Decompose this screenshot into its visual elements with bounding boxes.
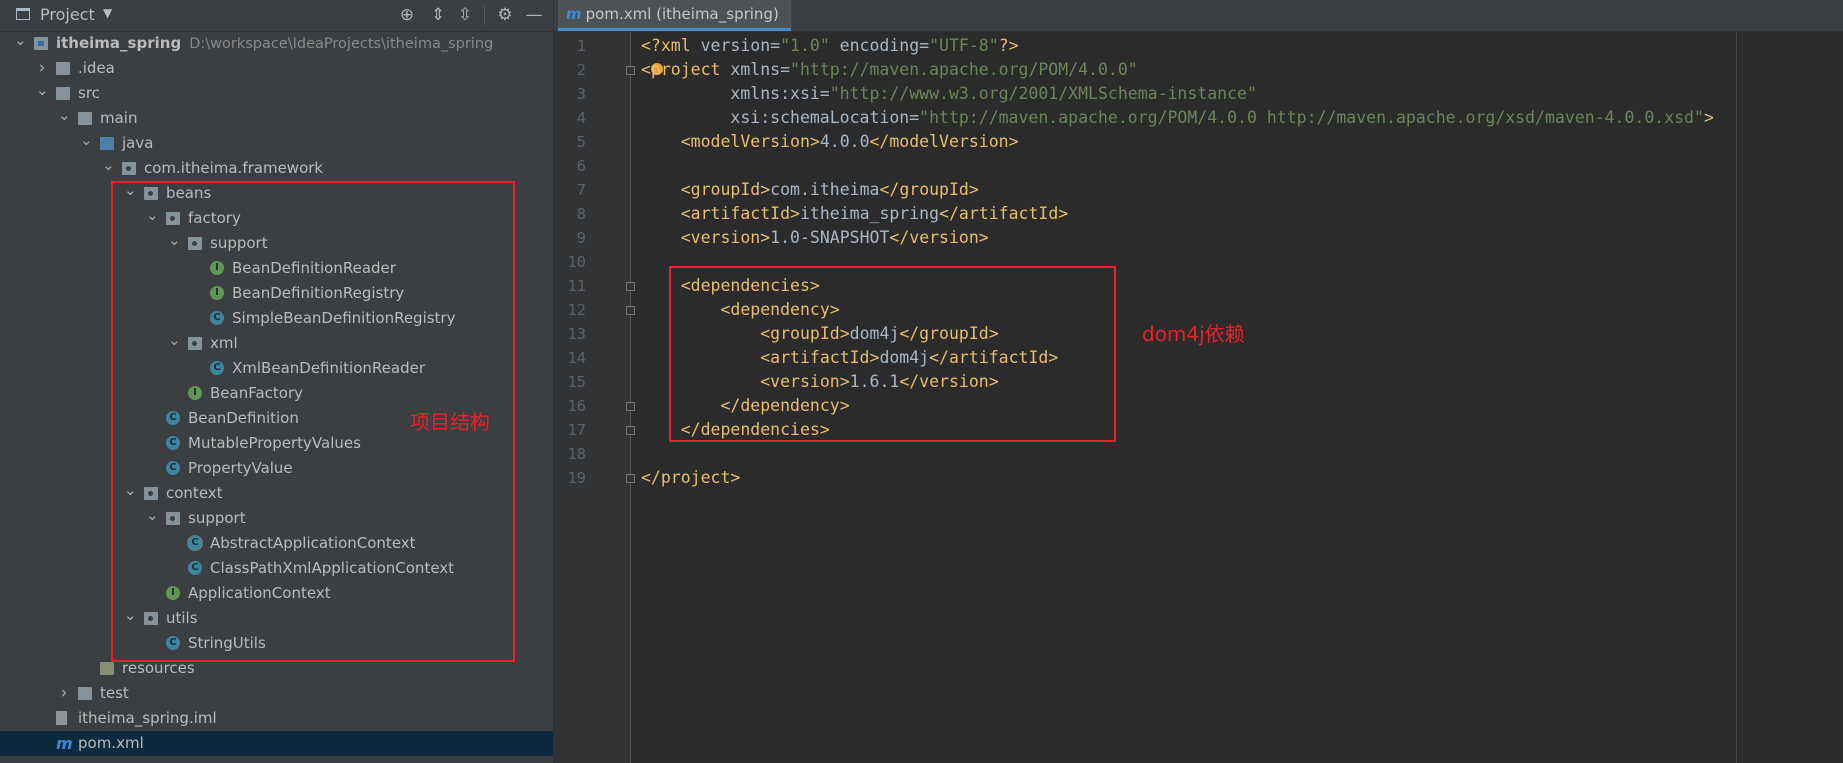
chevron-down-icon[interactable]: ⌄ xyxy=(14,28,27,53)
tree-item-label: itheima_spring D:\workspace\IdeaProjects\… xyxy=(56,34,494,52)
editor-gutter: 1 2 3 4 5 6 7 8 9 10 11 12 13 14 15 16 17 18 19 xyxy=(554,32,663,763)
project-view-selector[interactable]: Project xyxy=(40,5,95,24)
tree-item[interactable]: › test xyxy=(0,681,553,706)
expand-all-icon[interactable]: ⇕ xyxy=(426,3,450,27)
line-number: 7 xyxy=(576,181,586,199)
fold-marker-icon[interactable] xyxy=(626,426,635,435)
tree-item-label: .idea xyxy=(78,59,115,77)
header-divider xyxy=(484,5,485,25)
line-number: 17 xyxy=(567,421,586,439)
maven-file-icon: m xyxy=(566,5,582,23)
project-structure-annotation: 项目结构 xyxy=(410,410,490,434)
tree-item[interactable]: ⌄ itheima_spring D:\workspace\IdeaProjects… xyxy=(0,31,553,56)
tree-item[interactable]: › .idea xyxy=(0,56,553,81)
line-number: 19 xyxy=(567,469,586,487)
code-line: <?xml version="1.0" encoding="UTF-8"?> xyxy=(641,36,1019,55)
tree-item[interactable]: m pom.xml xyxy=(0,731,553,756)
code-line: <version>1.0-SNAPSHOT</version> xyxy=(680,228,989,247)
code-line: xmlns:xsi="http://www.w3.org/2001/XMLSch… xyxy=(641,84,1257,103)
line-number: 11 xyxy=(567,277,586,295)
chevron-down-icon[interactable]: ⌄ xyxy=(80,128,93,153)
hide-icon[interactable]: — xyxy=(522,3,546,27)
line-number: 8 xyxy=(576,205,586,223)
chevron-down-icon[interactable]: ▼ xyxy=(103,6,112,20)
dom4j-annotation: dom4j依赖 xyxy=(1142,322,1245,346)
gear-icon[interactable]: ⚙ xyxy=(493,3,517,27)
code-line: <project xmlns="http://maven.apache.org/… xyxy=(641,60,1138,79)
line-number: 16 xyxy=(567,397,586,415)
line-number: 1 xyxy=(576,37,586,55)
line-number: 6 xyxy=(576,157,586,175)
tab-pom-xml[interactable]: m pom.xml (itheima_spring) xyxy=(558,0,791,31)
editor-tab-bar: m pom.xml (itheima_spring) xyxy=(554,0,1843,32)
fold-marker-icon[interactable] xyxy=(626,402,635,411)
line-number: 5 xyxy=(576,133,586,151)
tree-item[interactable]: ⌄ com.itheima.framework xyxy=(0,156,553,181)
tree-item-label: itheima_spring.iml xyxy=(78,709,217,727)
chevron-down-icon[interactable]: ⌄ xyxy=(58,103,71,128)
line-number: 2 xyxy=(576,61,586,79)
fold-marker-icon[interactable] xyxy=(626,282,635,291)
fold-marker-icon[interactable] xyxy=(626,306,635,315)
line-number: 4 xyxy=(576,109,586,127)
fold-marker-icon[interactable] xyxy=(626,66,635,75)
line-number: 10 xyxy=(567,253,586,271)
tree-item-label: test xyxy=(100,684,129,702)
dependencies-highlight xyxy=(669,266,1116,442)
line-number: 14 xyxy=(567,349,586,367)
tree-item-label: com.itheima.framework xyxy=(144,159,324,177)
locate-icon[interactable]: ⊕ xyxy=(395,3,419,27)
chevron-right-icon[interactable]: › xyxy=(58,681,70,706)
folder-icon xyxy=(56,87,70,100)
tree-item-label: pom.xml xyxy=(78,734,144,752)
project-path: D:\workspace\IdeaProjects\itheima_spring xyxy=(189,36,494,52)
source-folder-icon xyxy=(100,137,114,150)
tree-item-label: main xyxy=(100,109,138,127)
code-line: <artifactId>itheima_spring</artifactId> xyxy=(680,204,1069,223)
line-number: 9 xyxy=(576,229,586,247)
tree-item-label: java xyxy=(122,134,154,152)
code-line: <groupId>com.itheima</groupId> xyxy=(680,180,979,199)
resources-folder-icon xyxy=(100,662,114,675)
code-line: xsi:schemaLocation="http://maven.apache.… xyxy=(641,108,1714,127)
project-panel-header: Project ▼ ⊕ ⇕ ⇳ ⚙ — xyxy=(0,0,553,32)
package-icon xyxy=(122,162,136,175)
maven-file-icon: m xyxy=(56,734,73,753)
fold-marker-icon[interactable] xyxy=(626,474,635,483)
right-margin-guide xyxy=(1736,32,1737,763)
line-number: 3 xyxy=(576,85,586,103)
line-number: 15 xyxy=(567,373,586,391)
line-number: 12 xyxy=(567,301,586,319)
folder-icon xyxy=(78,112,92,125)
tree-item[interactable]: itheima_spring.iml xyxy=(0,706,553,731)
chevron-down-icon[interactable]: ⌄ xyxy=(36,78,49,103)
collapse-all-icon[interactable]: ⇳ xyxy=(453,3,477,27)
tree-item-label: src xyxy=(78,84,100,102)
project-window-icon xyxy=(16,8,30,20)
iml-file-icon xyxy=(56,711,67,725)
code-line: </project> xyxy=(641,468,741,487)
tree-item[interactable]: ⌄ src xyxy=(0,81,553,106)
module-folder-icon xyxy=(34,37,48,50)
code-line: <modelVersion>4.0.0</modelVersion> xyxy=(680,132,1019,151)
chevron-down-icon[interactable]: ⌄ xyxy=(102,153,115,178)
tab-label: pom.xml (itheima_spring) xyxy=(585,5,779,23)
line-number: 13 xyxy=(567,325,586,343)
folder-icon xyxy=(56,62,70,75)
line-number: 18 xyxy=(567,445,586,463)
folder-icon xyxy=(78,687,92,700)
tree-item[interactable]: ⌄ java xyxy=(0,131,553,156)
